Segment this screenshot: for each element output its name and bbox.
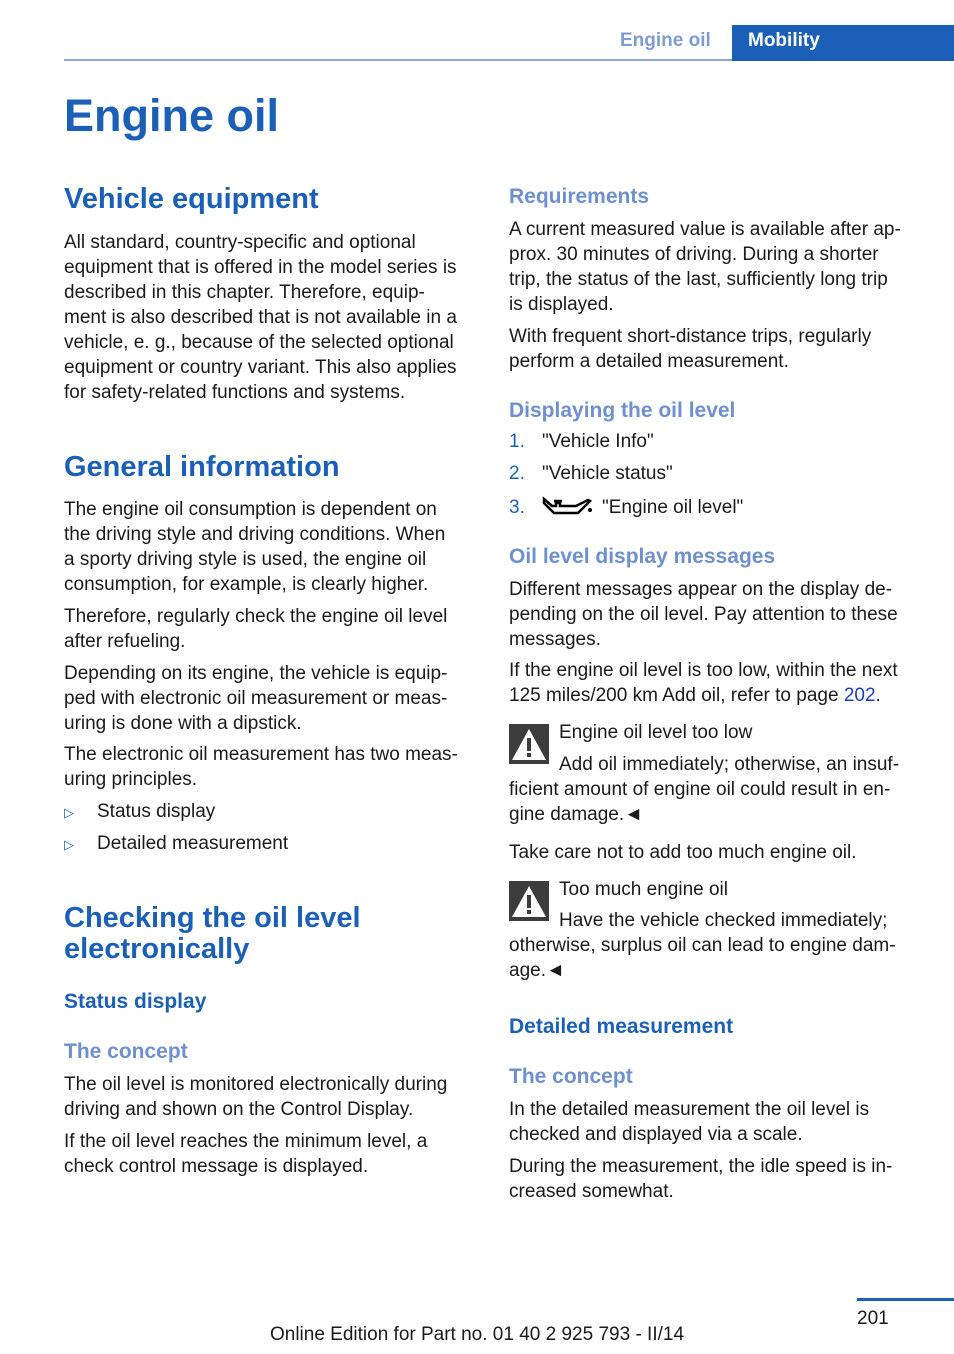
text-line: Depending on its engine, the vehicle is … [64,663,448,684]
messages-heading: Oil level display messages [509,545,776,568]
messages-p3: Take care not to add too much engine oil… [509,842,857,863]
text-line: driving and shown on the Control Display… [64,1099,414,1120]
text-line: described in this chapter. Therefore, eq… [64,282,425,303]
concept-heading: The concept [64,1040,188,1063]
text-line: a sporty driving style is used, the engi… [64,549,427,570]
text-line: prox. 30 minutes of driving. During a sh… [509,244,879,265]
text-line: In the detailed measurement the oil leve… [509,1099,870,1120]
triangle-bullet-icon: ▷ [64,837,74,852]
text-line: ped with electronic oil measurement or m… [64,688,448,709]
detailed-p2: During the measurement, the idle speed i… [509,1154,892,1204]
page-number-rule [857,1298,954,1301]
text-line: equipment that is offered in the model s… [64,257,457,278]
page-link[interactable]: 202 [844,685,876,706]
concept-p2: If the oil level reaches the minimum lev… [64,1129,427,1179]
text-line: With frequent short-distance trips, regu… [509,326,872,347]
header-chapter-tab: Mobility [732,25,954,61]
general-information-heading: General information [64,451,340,483]
text-line: vehicle, e. g., because of the selected … [64,332,454,353]
general-p3: Depending on its engine, the vehicle is … [64,661,447,736]
text-line: the driving style and driving conditions… [64,524,446,545]
text-line: after refueling. [64,631,186,652]
displaying-heading: Displaying the oil level [509,399,736,422]
detailed-p1: In the detailed measurement the oil leve… [509,1097,869,1147]
text-line: Different messages appear on the display… [509,579,893,600]
step-item: 3. "Engine oil level" [509,496,744,518]
text-line: consumption, for example, is clearly hig… [64,574,429,595]
messages-p2: If the engine oil level is too low, with… [509,660,898,706]
checking-heading-line2: electronically [64,933,250,965]
text-line: check control message is displayed. [64,1156,369,1177]
text-line: pending on the oil level. Pay attention … [509,604,898,625]
text-line: Therefore, regularly check the engine oi… [64,606,448,627]
requirements-heading: Requirements [509,185,650,208]
header-chapter: Mobility [748,30,820,51]
warning-title: Engine oil level too low [559,722,753,743]
text-line: uring principles. [64,769,198,790]
text-line: The electronic oil measurement has two m… [64,744,458,765]
text-line: If the oil level reaches the minimum lev… [64,1131,428,1152]
text-line: equipment or country variant. This also … [64,357,457,378]
bullet-item: ▷ Detailed measurement [64,831,288,857]
text-line: for safety-related functions and systems… [64,382,406,403]
concept-p1: The oil level is monitored electronicall… [64,1072,447,1122]
vehicle-equipment-text: All standard, country-specific and optio… [64,230,457,405]
step-item: 2. "Vehicle status" [509,463,673,484]
text-line: All standard, country-specific and optio… [64,232,416,253]
text-line: is displayed. [509,294,614,315]
text-line: checked and displayed via a scale. [509,1124,803,1145]
text-line: ment is also described that is not avail… [64,307,457,328]
step-item: 1. "Vehicle Info" [509,431,654,452]
text-line: The oil level is monitored electronicall… [64,1074,448,1095]
text-line: perform a detailed measurement. [509,351,789,372]
checking-heading-line1: Checking the oil level [64,902,361,934]
header-section: Engine oil [620,30,711,51]
requirements-p2: With frequent short-distance trips, regu… [509,324,871,374]
triangle-bullet-icon: ▷ [64,805,74,820]
general-p1: The engine oil consumption is dependent … [64,497,445,597]
bullet-item: ▷ Status display [64,799,215,825]
text-line: A current measured value is available af… [509,219,901,240]
status-display-heading: Status display [64,990,207,1013]
text-line: trip, the status of the last, sufficient… [509,269,888,290]
oil-can-icon [542,496,593,515]
messages-p1: Different messages appear on the display… [509,577,898,652]
text-line: During the measurement, the idle speed i… [509,1156,893,1177]
text-line: creased somewhat. [509,1181,674,1202]
text-line: uring is done with a dipstick. [64,713,302,734]
text-line: messages. [509,629,601,650]
text-line: The engine oil consumption is dependent … [64,499,437,520]
page-title: Engine oil [64,90,280,141]
warning-icon [509,881,549,926]
footer-edition: Online Edition for Part no. 01 40 2 925 … [269,1324,685,1345]
warning-icon [509,724,549,769]
general-p2: Therefore, regularly check the engine oi… [64,604,447,654]
detailed-measurement-heading: Detailed measurement [509,1015,734,1038]
warning-title: Too much engine oil [559,879,728,900]
general-p4: The electronic oil measurement has two m… [64,742,458,792]
concept-heading: The concept [509,1065,633,1088]
vehicle-equipment-heading: Vehicle equipment [64,183,319,215]
requirements-p1: A current measured value is available af… [509,217,901,317]
